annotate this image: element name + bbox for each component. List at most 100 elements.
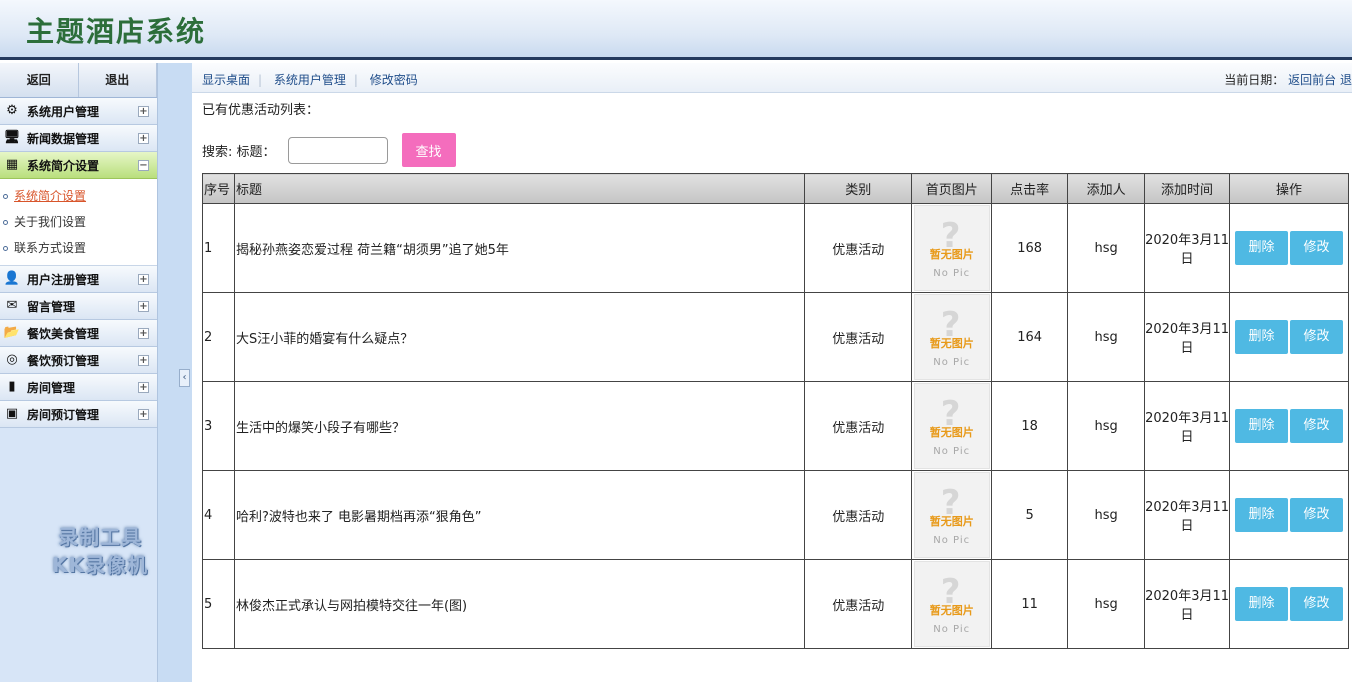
- edit-button[interactable]: 修改: [1290, 409, 1344, 443]
- no-pic-text: 暂无图片: [929, 604, 974, 617]
- menu-food-booking[interactable]: ◎ 餐饮预订管理 +: [0, 347, 157, 374]
- cell-time: 2020年3月11日: [1144, 470, 1231, 560]
- back-button[interactable]: 返回: [0, 63, 79, 97]
- cell-adder: hsg: [1067, 292, 1146, 382]
- gear-icon: ⚙: [6, 103, 18, 118]
- link-change-password[interactable]: 修改密码: [370, 73, 418, 87]
- edit-button[interactable]: 修改: [1290, 498, 1344, 532]
- delete-button[interactable]: 删除: [1235, 498, 1289, 532]
- list-title: 已有优惠活动列表：: [202, 103, 320, 118]
- cell-category: 优惠活动: [804, 470, 913, 560]
- cell-title: 揭秘孙燕姿恋爱过程 荷兰籍“胡须男”追了她5年: [233, 203, 806, 293]
- submenu-item-about-us[interactable]: 关于我们设置: [0, 209, 157, 235]
- expand-icon[interactable]: +: [138, 106, 149, 117]
- separator: |: [353, 73, 358, 87]
- delete-button[interactable]: 删除: [1235, 320, 1289, 354]
- cell-id: 3: [202, 381, 235, 471]
- delete-button[interactable]: 删除: [1235, 231, 1289, 265]
- cell-adder: hsg: [1067, 559, 1146, 649]
- menu-label: 餐饮美食管理: [27, 326, 100, 341]
- sidebar-splitter[interactable]: ‹: [157, 63, 192, 682]
- cell-time: 2020年3月11日: [1144, 559, 1231, 649]
- app-title: 主题酒店系统: [26, 15, 207, 48]
- menu-rooms[interactable]: ▮ 房间管理 +: [0, 374, 157, 401]
- table-row: 5 林俊杰正式承认与网拍模特交往一年(图) 优惠活动 ? 暂无图片 No Pic 1…: [202, 559, 1349, 649]
- menu-label: 餐饮预订管理: [27, 353, 100, 368]
- collapse-sidebar-icon[interactable]: ‹: [179, 369, 190, 387]
- submenu-label: 关于我们设置: [14, 215, 87, 229]
- menu-messages[interactable]: ✉ 留言管理 +: [0, 293, 157, 320]
- cell-title: 哈利?波特也来了 电影暑期档再添“狠角色”: [233, 470, 806, 560]
- main-panel: 显示桌面 | 系统用户管理 | 修改密码 当前日期： 返回前台 退 已有优惠活动列表…: [192, 63, 1352, 682]
- link-exit[interactable]: 退: [1340, 73, 1352, 87]
- calendar-icon: ▦: [5, 157, 19, 172]
- submenu-item-contact[interactable]: 联系方式设置: [0, 235, 157, 261]
- edit-button[interactable]: 修改: [1290, 231, 1344, 265]
- cell-image: ? 暂无图片 No Pic: [911, 292, 993, 382]
- search-button[interactable]: 查找: [401, 133, 456, 167]
- logout-button[interactable]: 退出: [79, 63, 157, 97]
- cell-title: 大S汪小菲的婚宴有什么疑点？: [233, 292, 806, 382]
- col-header-adder: 添加人: [1067, 173, 1146, 204]
- col-header-time: 添加时间: [1144, 173, 1231, 204]
- watermark-line: KK录像机: [52, 553, 148, 577]
- delete-button[interactable]: 删除: [1235, 409, 1289, 443]
- search-input[interactable]: [287, 136, 388, 164]
- current-date-label: 当前日期：: [1224, 73, 1285, 87]
- cell-image: ? 暂无图片 No Pic: [911, 203, 993, 293]
- sidebar: 返回 退出 ⚙ 系统用户管理 + 🖥 新闻数据管理 + ▦ 系统简介设置 − 系…: [0, 63, 157, 682]
- link-system-users[interactable]: 系统用户管理: [274, 73, 346, 87]
- monitor-icon: 🖥: [3, 130, 21, 145]
- menu-news-data[interactable]: 🖥 新闻数据管理 +: [0, 125, 157, 152]
- menu-label: 留言管理: [27, 299, 76, 314]
- expand-icon[interactable]: +: [138, 355, 149, 366]
- expand-icon[interactable]: +: [138, 133, 149, 144]
- menu-system-intro[interactable]: ▦ 系统简介设置 −: [0, 152, 157, 179]
- expand-icon[interactable]: +: [138, 301, 149, 312]
- cell-category: 优惠活动: [804, 381, 913, 471]
- collapse-icon[interactable]: −: [138, 160, 149, 171]
- cell-title: 生活中的爆笑小段子有哪些？: [233, 381, 806, 471]
- delete-button[interactable]: 删除: [1235, 587, 1289, 621]
- no-pic-text: 暂无图片: [929, 515, 974, 528]
- vip-icon: ▣: [5, 406, 19, 421]
- cell-adder: hsg: [1067, 470, 1146, 560]
- no-pic-text-en: No Pic: [933, 446, 971, 457]
- link-show-desktop[interactable]: 显示桌面: [202, 73, 250, 87]
- cell-clicks: 168: [991, 203, 1069, 293]
- no-picture-placeholder: ? 暂无图片 No Pic: [913, 383, 990, 469]
- menu-label: 系统用户管理: [27, 104, 100, 119]
- no-pic-text: 暂无图片: [929, 248, 974, 261]
- no-pic-text: 暂无图片: [929, 337, 974, 350]
- menu-label: 新闻数据管理: [27, 131, 100, 146]
- menu-user-registration[interactable]: 👤 用户注册管理 +: [0, 266, 157, 293]
- expand-icon[interactable]: +: [138, 409, 149, 420]
- expand-icon[interactable]: +: [138, 274, 149, 285]
- cell-id: 1: [202, 203, 235, 293]
- bullet-icon: [3, 220, 8, 225]
- cell-time: 2020年3月11日: [1144, 292, 1231, 382]
- col-header-id: 序号: [202, 173, 235, 204]
- no-pic-text-en: No Pic: [933, 535, 971, 546]
- toolbar-links: 显示桌面 | 系统用户管理 | 修改密码: [202, 71, 426, 88]
- no-pic-text-en: No Pic: [933, 268, 971, 279]
- menu-system-users[interactable]: ⚙ 系统用户管理 +: [0, 98, 157, 125]
- menu-room-booking[interactable]: ▣ 房间预订管理 +: [0, 401, 157, 428]
- submenu-item-system-intro[interactable]: 系统简介设置: [0, 183, 157, 209]
- no-pic-text: 暂无图片: [929, 426, 974, 439]
- user-icon: 👤: [3, 271, 21, 286]
- link-back-front[interactable]: 返回前台: [1288, 73, 1336, 87]
- menu-food[interactable]: 📂 餐饮美食管理 +: [0, 320, 157, 347]
- cell-adder: hsg: [1067, 381, 1146, 471]
- edit-button[interactable]: 修改: [1290, 320, 1344, 354]
- menu-label: 系统简介设置: [27, 158, 100, 173]
- expand-icon[interactable]: +: [138, 382, 149, 393]
- submenu-label: 联系方式设置: [14, 241, 87, 255]
- cell-id: 5: [202, 559, 235, 649]
- cell-actions: 删除 修改: [1229, 203, 1349, 293]
- expand-icon[interactable]: +: [138, 328, 149, 339]
- coins-icon: ◎: [6, 352, 18, 367]
- activity-table: 序号 标题 类别 首页图片 点击率 添加人 添加时间 操作 1 揭秘孙燕姿恋爱过…: [202, 173, 1349, 649]
- table-row: 1 揭秘孙燕姿恋爱过程 荷兰籍“胡须男”追了她5年 优惠活动 ? 暂无图片 No P…: [202, 203, 1349, 293]
- edit-button[interactable]: 修改: [1290, 587, 1344, 621]
